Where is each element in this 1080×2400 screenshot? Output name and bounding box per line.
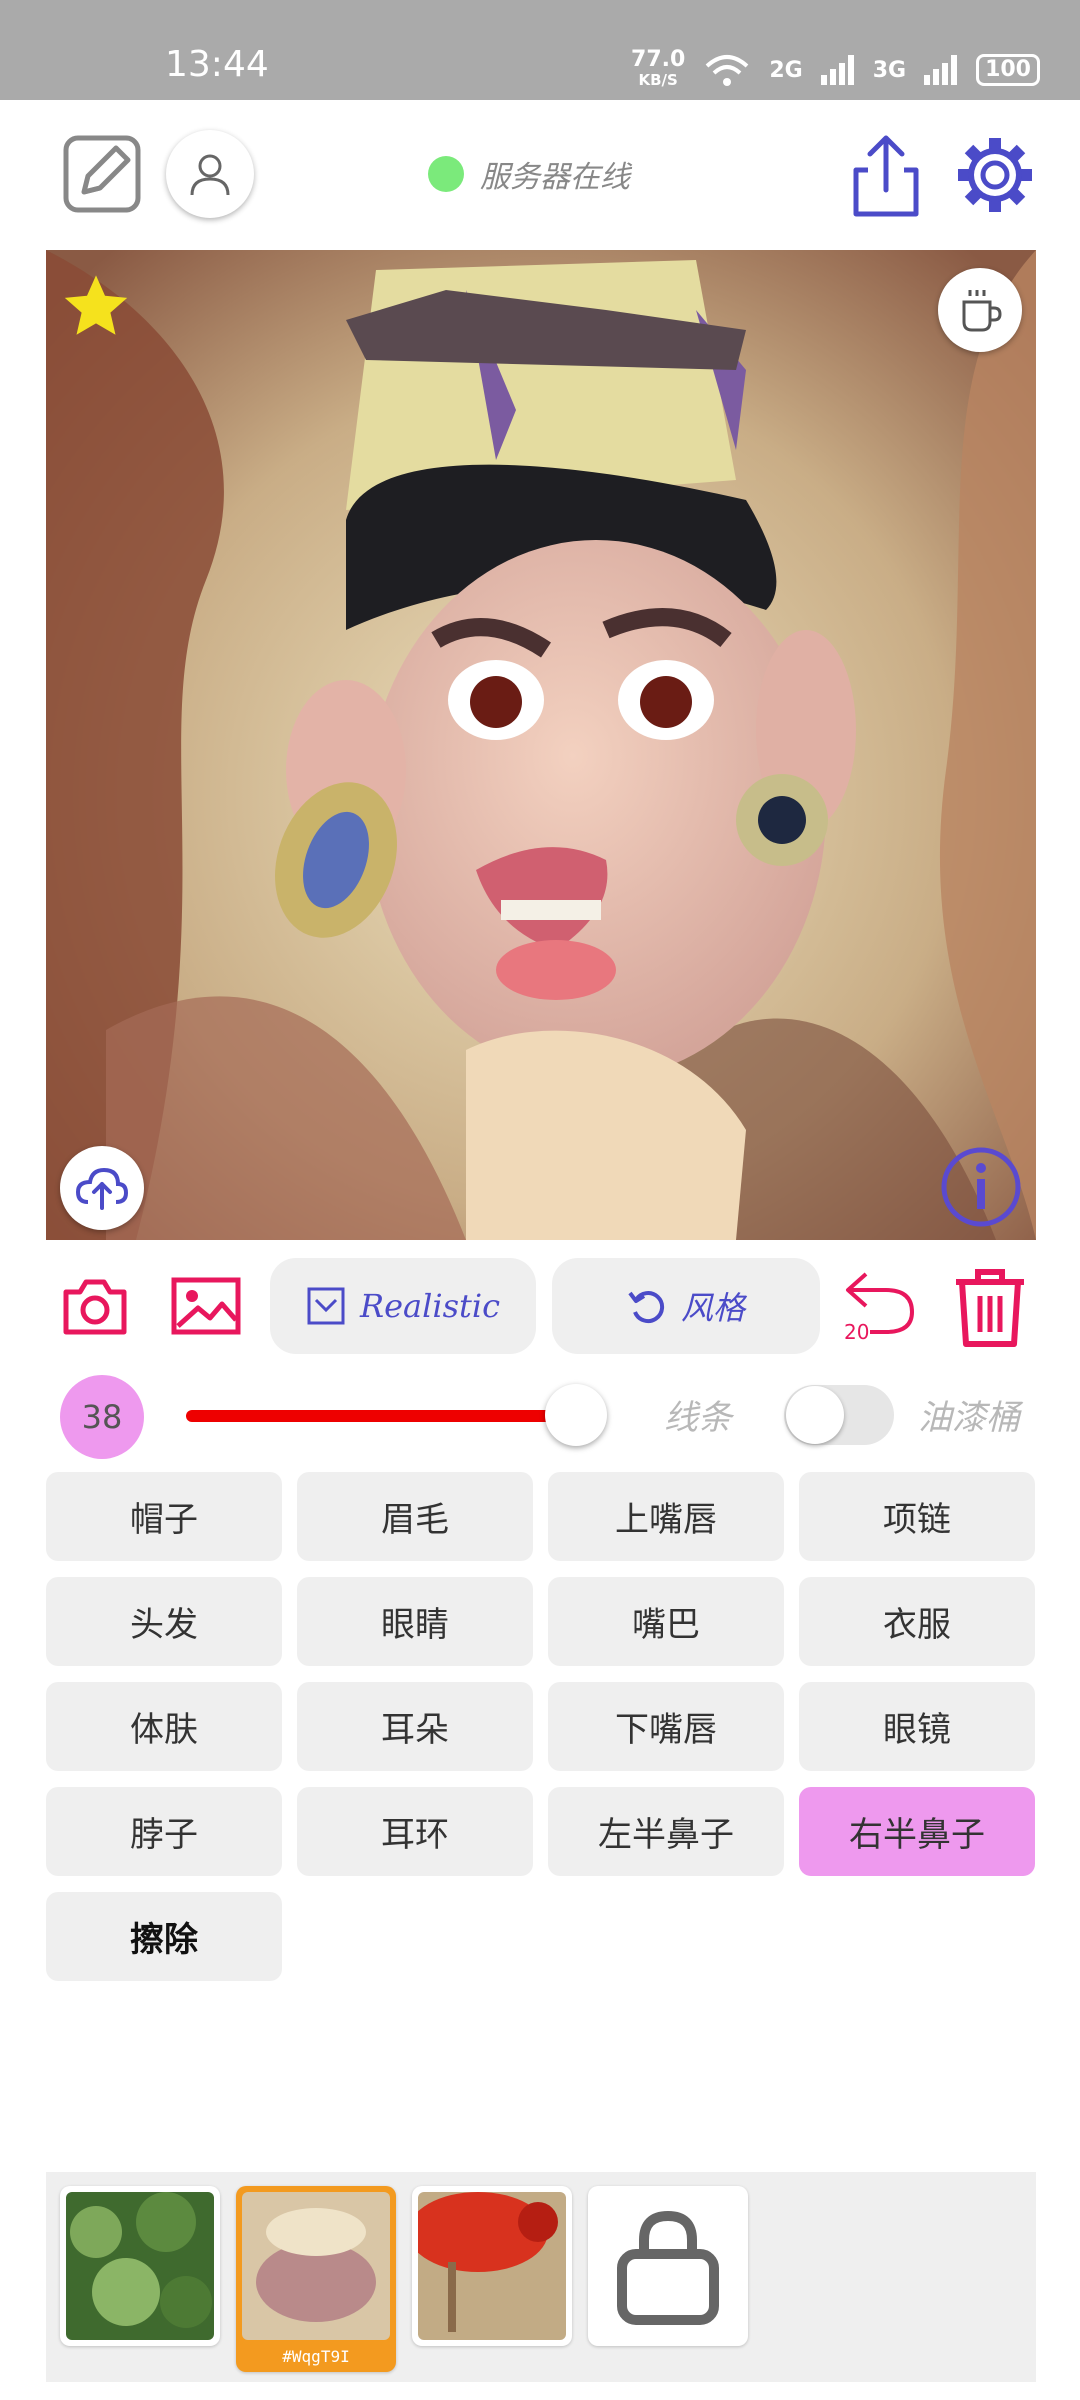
edit-button[interactable] [62,134,142,214]
part-button-skin[interactable]: 体肤 [46,1682,282,1771]
history-strip: #WqgT9I [46,2172,1036,2382]
part-button-hat[interactable]: 帽子 [46,1472,282,1561]
camera-button[interactable] [62,1276,128,1340]
style-label: 风格 [680,1289,745,1327]
brush-size-slider-track[interactable] [186,1410,576,1422]
signal-icon [820,55,854,85]
undo-count: 20 [844,1320,870,1344]
user-button[interactable] [166,130,254,218]
signal-icon [924,55,958,85]
thumbnail-caption: #WqgT9I [282,2347,350,2366]
gear-icon [958,138,1032,212]
bucket-toggle-knob [786,1386,844,1444]
bag-icon [617,2210,719,2325]
net-speed-value: 77.0 [631,47,686,72]
part-button-clothes[interactable]: 衣服 [799,1577,1035,1666]
user-icon [190,154,230,196]
part-button-necklace[interactable]: 项链 [799,1472,1035,1561]
online-indicator [428,156,464,192]
status-bar: 13:44 77.0 KB/S 2G 3G 100 [0,0,1080,100]
part-button-upper-lip[interactable]: 上嘴唇 [548,1472,784,1561]
part-button-ears[interactable]: 耳朵 [297,1682,533,1771]
net-speed: 77.0 KB/S [631,47,686,90]
history-thumbnail-selected[interactable]: #WqgT9I [236,2186,396,2372]
brush-size-badge: 38 [60,1375,144,1459]
edit-icon [63,135,141,213]
gallery-button[interactable] [170,1276,242,1340]
image-icon [171,1277,241,1335]
erase-button[interactable]: 擦除 [46,1892,282,1981]
part-button-glasses[interactable]: 眼镜 [799,1682,1035,1771]
history-thumbnail[interactable] [412,2186,572,2346]
info-icon [941,1147,1021,1227]
line-mode-label: 线条 [664,1398,732,1438]
server-status-label: 服务器在线 [480,160,630,195]
coffee-button[interactable] [938,268,1022,352]
thumbnail-image [66,2192,214,2340]
camera-icon [63,1279,127,1335]
signal-1-label: 2G [769,57,803,83]
status-indicators: 77.0 KB/S 2G 3G 100 [631,47,1040,90]
part-button-eyes[interactable]: 眼睛 [297,1577,533,1666]
signal-2-label: 3G [872,57,907,83]
net-speed-unit: KB/S [638,71,678,89]
coffee-icon [962,290,1002,332]
cloud-upload-icon [75,1167,129,1210]
photo-artwork [46,250,1036,1240]
brush-size-slider-thumb[interactable] [545,1384,607,1446]
history-thumbnail[interactable] [60,2186,220,2346]
style-button[interactable]: 风格 [552,1258,820,1354]
part-button-mouth[interactable]: 嘴巴 [548,1577,784,1666]
status-time: 13:44 [165,44,269,85]
wifi-icon [705,55,749,86]
bucket-label: 油漆桶 [918,1398,1020,1438]
star-icon [64,275,128,335]
part-button-lower-lip[interactable]: 下嘴唇 [548,1682,784,1771]
edited-photo[interactable] [46,250,1036,1240]
bucket-toggle[interactable] [784,1385,894,1445]
part-button-right-nose[interactable]: 右半鼻子 [799,1787,1035,1876]
trash-icon [956,1269,1024,1347]
upload-button[interactable] [60,1146,144,1230]
part-button-neck[interactable]: 脖子 [46,1787,282,1876]
part-button-earrings[interactable]: 耳环 [297,1787,533,1876]
checkbox-icon [307,1287,345,1325]
store-button[interactable] [588,2186,748,2346]
realistic-label: Realistic [359,1287,500,1325]
share-button[interactable] [846,134,926,217]
realistic-button[interactable]: Realistic [270,1258,536,1354]
part-grid: 帽子 眉毛 上嘴唇 项链 头发 眼睛 嘴巴 衣服 体肤 耳朵 下嘴唇 眼镜 脖子… [46,1472,1036,1981]
server-status: 服务器在线 [428,152,630,196]
part-button-eyebrows[interactable]: 眉毛 [297,1472,533,1561]
share-icon [853,135,919,217]
battery-indicator: 100 [976,54,1040,86]
undo-button[interactable]: 20 [842,1270,922,1350]
info-button[interactable] [939,1145,1023,1233]
favorite-button[interactable] [60,270,132,346]
part-button-left-nose[interactable]: 左半鼻子 [548,1787,784,1876]
settings-button[interactable] [954,134,1034,214]
thumbnail-image [242,2192,390,2340]
thumbnail-image [418,2192,566,2340]
delete-button[interactable] [952,1268,1028,1352]
part-button-hair[interactable]: 头发 [46,1577,282,1666]
undo-icon [628,1291,665,1323]
